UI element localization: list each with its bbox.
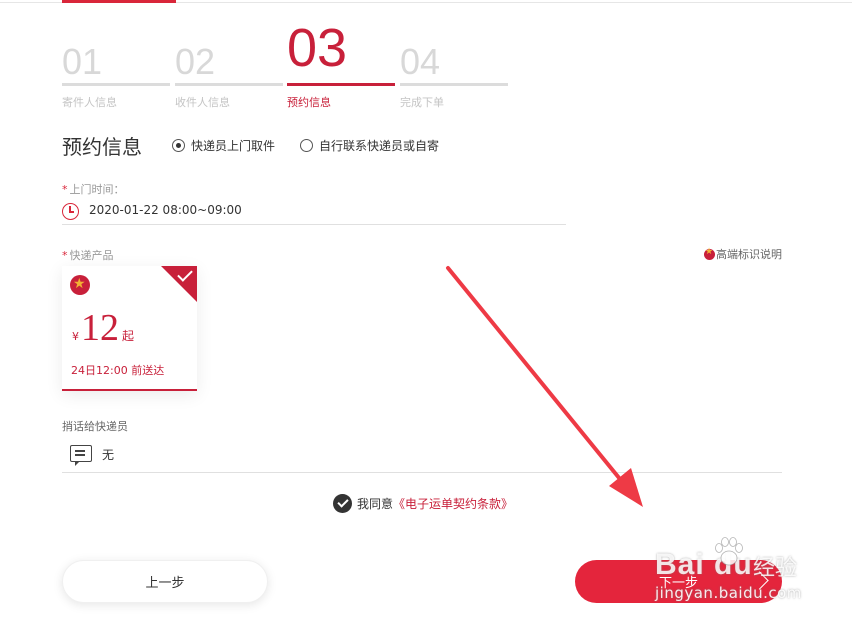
clock-icon [62, 203, 79, 220]
step-bar [400, 83, 508, 86]
product-price: ¥ 12 起 [72, 306, 134, 350]
agreement-prefix: 我同意 [357, 497, 394, 511]
step-label: 收件人信息 [175, 96, 230, 109]
price-amount: 12 [81, 307, 119, 349]
agreement-checkbox[interactable] [333, 494, 352, 513]
section-title: 预约信息 [62, 135, 142, 159]
message-field[interactable]: 无 [62, 438, 782, 473]
price-suffix: 起 [122, 329, 135, 343]
step-label: 寄件人信息 [62, 96, 117, 109]
step-number: 01 [62, 41, 103, 82]
next-step-label: 下一步 [658, 576, 698, 591]
agreement-row: 我同意 《电子运单契约条款》 [333, 494, 513, 513]
step-bar [287, 83, 395, 86]
message-icon [70, 445, 92, 466]
premium-badge-icon [704, 247, 715, 260]
agreement-terms-link[interactable]: 《电子运单契约条款》 [393, 495, 513, 512]
step-label: 预约信息 [287, 96, 331, 109]
premium-star-icon: ★ [70, 275, 90, 295]
radio-circle [300, 139, 313, 152]
product-label-text: 快递产品 [69, 249, 114, 262]
premium-legend-text: 高端标识说明 [716, 248, 782, 261]
premium-legend-link[interactable]: 高端标识说明 [704, 246, 782, 262]
required-mark: * [62, 183, 68, 196]
radio-courier-pickup[interactable]: 快递员上门取件 [172, 137, 275, 154]
next-step-button[interactable]: 下一步 [575, 560, 782, 603]
product-label: * 快递产品 [62, 247, 114, 263]
pickup-time-label-text: 上门时间： [69, 183, 125, 196]
step-bar [175, 83, 283, 86]
step-number: 02 [175, 41, 216, 82]
product-card[interactable]: ★ ¥ 12 起 24日12:00 前送达 [62, 266, 197, 391]
pickup-time-value: 2020-01-22 08:00~09:00 [89, 203, 242, 217]
delivery-eta: 24日12:00 前送达 [71, 364, 165, 377]
price-currency: ¥ [72, 330, 79, 343]
step-number: 04 [400, 41, 441, 82]
step-bar [62, 83, 170, 86]
top-accent-bar [62, 0, 176, 3]
radio-circle [172, 139, 185, 152]
required-mark: * [62, 249, 68, 262]
step-label: 完成下单 [400, 96, 444, 109]
message-value: 无 [102, 448, 115, 462]
arrow-right-icon [750, 571, 769, 590]
step-number: 03 [287, 18, 348, 78]
message-label: 捎话给快递员 [62, 420, 128, 433]
prev-step-button[interactable]: 上一步 [62, 560, 268, 603]
pickup-time-field[interactable]: 2020-01-22 08:00~09:00 [62, 198, 566, 225]
pickup-time-label: * 上门时间： [62, 181, 125, 197]
radio-label: 快递员上门取件 [191, 139, 276, 153]
radio-label: 自行联系快递员或自寄 [319, 139, 440, 153]
radio-self-send[interactable]: 自行联系快递员或自寄 [300, 137, 439, 154]
